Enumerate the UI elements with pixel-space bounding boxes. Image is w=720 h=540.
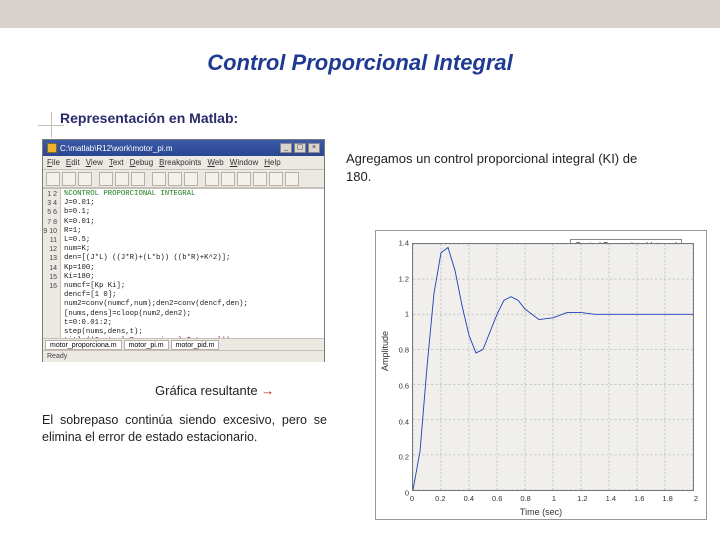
line-gutter: 1 2 3 4 5 6 7 8 9 10 11 12 13 14 15 16	[43, 189, 61, 338]
window-buttons: _ ▢ ×	[280, 143, 320, 153]
menu-help[interactable]: Help	[264, 158, 280, 167]
subtitle: Representación en Matlab:	[60, 110, 238, 126]
chart-ytick: 1.2	[394, 274, 409, 283]
conclusion-text: El sobrepaso continúa siendo excesivo, p…	[42, 412, 327, 446]
chart-figure: Control Proporcional Integral Amplitude …	[375, 230, 707, 520]
tool-cut-icon[interactable]	[99, 172, 113, 186]
editor-tab[interactable]: motor_proporciona.m	[45, 340, 122, 350]
tool-paste-icon[interactable]	[131, 172, 145, 186]
maximize-icon[interactable]: ▢	[294, 143, 306, 153]
chart-ytick: 0.8	[394, 346, 409, 355]
chart-ytick: 0.2	[394, 453, 409, 462]
tool-print-icon[interactable]	[184, 172, 198, 186]
chart-ytick: 1	[394, 310, 409, 319]
editor-tabs: motor_proporciona.mmotor_pi.mmotor_pid.m	[43, 338, 324, 350]
slide-top-band	[0, 0, 720, 28]
tool-redo-icon[interactable]	[168, 172, 182, 186]
chart-ytick: 0	[394, 489, 409, 498]
menu-debug[interactable]: Debug	[130, 158, 154, 167]
chart-xtick: 1.2	[577, 494, 587, 503]
menu-edit[interactable]: Edit	[66, 158, 80, 167]
chart-xtick: 1.4	[606, 494, 616, 503]
tool-step-icon[interactable]	[237, 172, 251, 186]
tool-open-icon[interactable]	[62, 172, 76, 186]
editor-app-icon	[47, 143, 57, 153]
chart-xtick: 0	[410, 494, 414, 503]
tool-stop-icon[interactable]	[269, 172, 283, 186]
tool-find-icon[interactable]	[205, 172, 219, 186]
chart-xtick: 1.8	[662, 494, 672, 503]
chart-xtick: 0.4	[464, 494, 474, 503]
chart-plot-area	[412, 243, 694, 491]
chart-xtick: 0.8	[520, 494, 530, 503]
result-label-text: Gráfica resultante	[155, 383, 258, 398]
editor-window-title: C:\matlab\R12\work\motor_pi.m	[60, 144, 172, 153]
tool-new-icon[interactable]	[46, 172, 60, 186]
editor-titlebar: C:\matlab\R12\work\motor_pi.m _ ▢ ×	[43, 140, 324, 156]
chart-xtick: 1.6	[634, 494, 644, 503]
tool-undo-icon[interactable]	[152, 172, 166, 186]
tool-stack-icon[interactable]	[285, 172, 299, 186]
editor-toolbar	[43, 170, 324, 188]
result-label: Gráfica resultante →	[155, 383, 274, 398]
menu-breakpoints[interactable]: Breakpoints	[159, 158, 201, 167]
arrow-icon: →	[261, 383, 274, 398]
minimize-icon[interactable]: _	[280, 143, 292, 153]
chart-xtick: 0.2	[435, 494, 445, 503]
menu-text[interactable]: Text	[109, 158, 124, 167]
menu-file[interactable]: File	[47, 158, 60, 167]
slide-title: Control Proporcional Integral	[0, 50, 720, 76]
chart-ytick: 0.6	[394, 381, 409, 390]
code-area[interactable]: %CONTROL PROPORCIONAL INTEGRAL J=0.01; b…	[61, 189, 324, 338]
tool-breakpoint-icon[interactable]	[253, 172, 267, 186]
description-text: Agregamos un control proporcional integr…	[346, 150, 646, 185]
chart-ylabel: Amplitude	[380, 331, 390, 371]
chart-ytick: 0.4	[394, 417, 409, 426]
chart-xtick: 1	[552, 494, 556, 503]
chart-ytick: 1.4	[394, 239, 409, 248]
menu-view[interactable]: View	[86, 158, 103, 167]
chart-xtick: 2	[694, 494, 698, 503]
editor-tab[interactable]: motor_pid.m	[171, 340, 220, 350]
close-icon[interactable]: ×	[308, 143, 320, 153]
editor-statusbar: Ready	[43, 350, 324, 362]
menu-window[interactable]: Window	[230, 158, 258, 167]
matlab-editor-window: C:\matlab\R12\work\motor_pi.m _ ▢ × File…	[42, 139, 325, 362]
tool-run-icon[interactable]	[221, 172, 235, 186]
editor-tab[interactable]: motor_pi.m	[124, 340, 169, 350]
chart-svg	[413, 244, 693, 490]
tool-copy-icon[interactable]	[115, 172, 129, 186]
chart-xtick: 0.6	[492, 494, 502, 503]
menu-web[interactable]: Web	[207, 158, 223, 167]
editor-body: 1 2 3 4 5 6 7 8 9 10 11 12 13 14 15 16 %…	[43, 188, 324, 338]
tool-save-icon[interactable]	[78, 172, 92, 186]
editor-menubar: File Edit View Text Debug Breakpoints Web Windo…	[43, 156, 324, 170]
chart-xlabel: Time (sec)	[376, 507, 706, 517]
